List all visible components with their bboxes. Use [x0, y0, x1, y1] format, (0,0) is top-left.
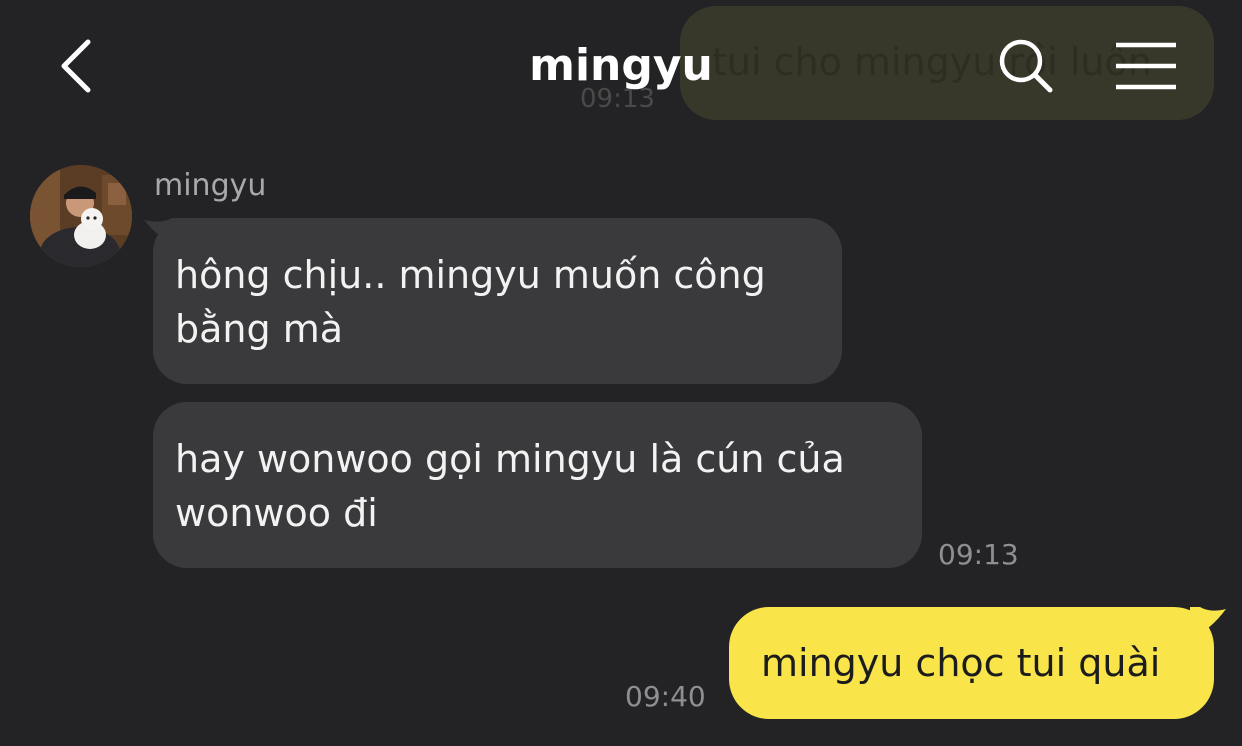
chat-header: mingyu — [0, 0, 1242, 130]
avatar-photo — [30, 165, 132, 267]
message-line: bằng mà — [175, 307, 343, 351]
sent-time: 09:40 — [625, 680, 706, 713]
message-line: hông chịu.. mingyu muốn công — [175, 253, 766, 297]
received-message-bubble[interactable]: hay wonwoo gọi mingyu là cún của wonwoo … — [153, 402, 922, 568]
received-message-bubble[interactable]: hông chịu.. mingyu muốn công bằng mà — [153, 218, 842, 384]
hamburger-menu-icon[interactable] — [1114, 40, 1178, 92]
sent-message-bubble[interactable]: mingyu chọc tui quài — [729, 607, 1214, 719]
message-line: wonwoo đi — [175, 491, 378, 535]
message-line: hay wonwoo gọi mingyu là cún của — [175, 437, 845, 481]
received-time: 09:13 — [938, 538, 1019, 571]
chat-screen: tui cho mingyu rồi luôn 09:13 mingyu min… — [0, 0, 1242, 746]
sender-name: mingyu — [154, 168, 267, 203]
avatar[interactable] — [30, 165, 132, 267]
search-icon[interactable] — [996, 36, 1056, 96]
